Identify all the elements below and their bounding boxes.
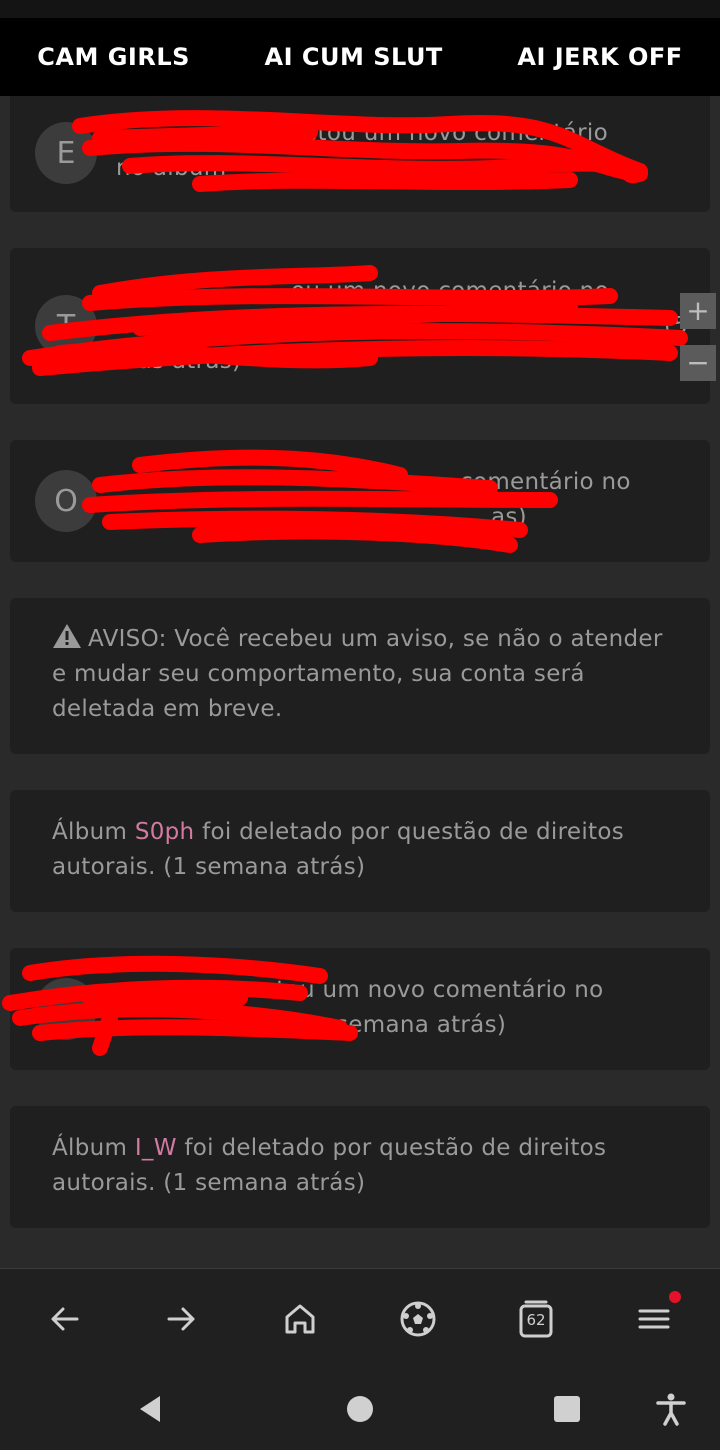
forward-arrow-icon[interactable]: [159, 1297, 203, 1341]
notification-text: ou um novo comentário no (5 dias atrás): [116, 278, 689, 374]
nav-link-ai-cum-slut[interactable]: AI CUM SLUT: [265, 43, 443, 71]
back-arrow-icon[interactable]: [43, 1297, 87, 1341]
notification-text: Álbum S0ph foi deletado por questão de d…: [52, 819, 624, 880]
notification-card[interactable]: E postou um novo comentário no álbum: [10, 96, 710, 212]
accessibility-icon[interactable]: [654, 1392, 688, 1426]
notification-card[interactable]: O comentário no as): [10, 440, 710, 562]
warning-card: AVISO: Você recebeu um aviso, se não o a…: [10, 598, 710, 754]
album-link[interactable]: I_W: [135, 1135, 177, 1161]
system-navigation-bar: [0, 1368, 720, 1450]
browser-toolbar: 62: [0, 1268, 720, 1369]
avatar: [35, 978, 97, 1040]
avatar: O: [35, 470, 97, 532]
home-icon[interactable]: [278, 1297, 322, 1341]
nav-link-ai-jerk-off[interactable]: AI JERK OFF: [517, 43, 682, 71]
system-back-icon[interactable]: [136, 1394, 166, 1424]
soccer-ball-icon[interactable]: [396, 1297, 440, 1341]
album-link[interactable]: S0ph: [135, 819, 195, 845]
notification-dot: [669, 1291, 681, 1303]
warning-text: AVISO: Você recebeu um aviso, se não o a…: [52, 622, 672, 727]
zoom-out-button[interactable]: −: [680, 345, 716, 381]
notification-card[interactable]: T ou um novo comentário no (5 dias atrás…: [10, 248, 710, 404]
notification-text: comentário no as): [460, 469, 631, 530]
top-navigation: CAM GIRLS AI CUM SLUT AI JERK OFF: [0, 18, 720, 96]
avatar: T: [35, 295, 97, 357]
notification-card: Álbum S0ph foi deletado por questão de d…: [10, 790, 710, 912]
notification-card[interactable]: stou um novo comentário no semana atrás): [2, 948, 710, 1070]
system-home-icon[interactable]: [345, 1394, 375, 1424]
notification-text: postou um novo comentário no álbum: [116, 120, 608, 181]
zoom-in-button[interactable]: +: [680, 293, 716, 329]
system-recents-icon[interactable]: [552, 1394, 582, 1424]
tabs-icon[interactable]: 62: [514, 1297, 558, 1341]
status-strip: [0, 0, 720, 19]
avatar: E: [35, 122, 97, 184]
nav-link-cam-girls[interactable]: CAM GIRLS: [37, 43, 190, 71]
notification-text: Álbum I_W foi deletado por questão de di…: [52, 1135, 607, 1196]
notification-card: Álbum I_W foi deletado por questão de di…: [10, 1106, 710, 1228]
menu-icon[interactable]: [632, 1297, 676, 1341]
notification-text: stou um novo comentário no semana atrás): [264, 977, 604, 1038]
tab-count: 62: [526, 1311, 546, 1329]
warning-triangle-icon: [53, 624, 81, 648]
